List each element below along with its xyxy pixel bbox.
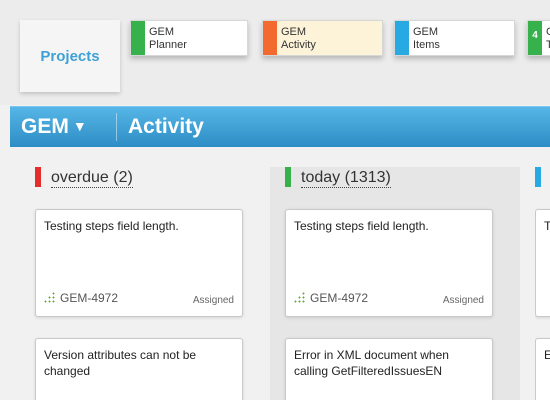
task-type-icon [294, 292, 305, 303]
page-title: Activity [128, 115, 204, 138]
card-summary: E [544, 348, 550, 362]
task-card[interactable]: Testing steps field length. GEM-4972 Ass… [285, 209, 493, 317]
column-title-link[interactable]: today (1313) [301, 169, 391, 188]
header-divider [116, 113, 117, 141]
task-card[interactable]: Error in XML document when calling GetFi… [285, 338, 493, 400]
tab-app-label: T [546, 39, 550, 51]
column-title-link[interactable]: overdue (2) [51, 169, 133, 188]
task-card[interactable]: E [535, 338, 550, 400]
column-color-marker [535, 167, 541, 187]
tab-app-label: Activity [281, 39, 316, 51]
task-card[interactable]: Version attributes can not be changed [35, 338, 243, 400]
column-today: today (1313) Testing steps field length.… [285, 167, 515, 400]
tab-color-marker [395, 21, 409, 55]
tab-color-marker [263, 21, 277, 55]
projects-label: Projects [40, 47, 100, 65]
tab-gem-planner[interactable]: GEM Planner [130, 20, 248, 56]
card-summary: Testing steps field length. [294, 219, 429, 233]
tab-gem-items[interactable]: GEM Items [394, 20, 515, 56]
card-status: Assigned [192, 295, 234, 306]
column-partial: T E [535, 167, 550, 400]
tab-gem-partial[interactable]: 4 G T [527, 20, 550, 56]
app-switcher-bar: Projects GEM Planner GEM Activity GEM It… [0, 0, 550, 105]
page-header-bar: GEM ▼ Activity [10, 106, 550, 147]
card-status: Assigned [442, 295, 484, 306]
tab-app-name: GEM [413, 26, 439, 38]
caret-down-icon: ▼ [72, 118, 87, 134]
tab-app-label: Items [413, 39, 440, 51]
tab-gem-activity[interactable]: GEM Activity [262, 20, 383, 56]
card-key-label: GEM-4972 [60, 291, 119, 305]
projects-button[interactable]: Projects [20, 20, 120, 92]
card-key[interactable]: GEM-4972 [44, 291, 118, 305]
tab-app-name: G [546, 26, 550, 39]
tab-color-marker: 4 [528, 21, 542, 55]
tab-badge: 4 [532, 30, 538, 41]
column-color-marker [285, 167, 291, 187]
tab-color-marker [131, 21, 145, 55]
product-name: GEM [21, 115, 69, 138]
task-type-icon [44, 292, 55, 303]
task-card[interactable]: T [535, 209, 550, 317]
card-key[interactable]: GEM-4972 [294, 291, 368, 305]
tab-app-label: Planner [149, 39, 187, 51]
tab-app-name: GEM [281, 26, 307, 38]
card-summary: Error in XML document when calling GetFi… [294, 348, 449, 378]
card-summary: T [544, 219, 550, 233]
product-dropdown[interactable]: GEM ▼ [21, 115, 87, 139]
tab-app-name: GEM [149, 26, 175, 38]
card-summary: Testing steps field length. [44, 219, 179, 233]
task-card[interactable]: Testing steps field length. GEM-4972 Ass… [35, 209, 243, 317]
card-summary: Version attributes can not be changed [44, 348, 197, 378]
column-overdue: overdue (2) Testing steps field length. … [35, 167, 265, 400]
column-color-marker [35, 167, 41, 187]
card-key-label: GEM-4972 [310, 291, 369, 305]
